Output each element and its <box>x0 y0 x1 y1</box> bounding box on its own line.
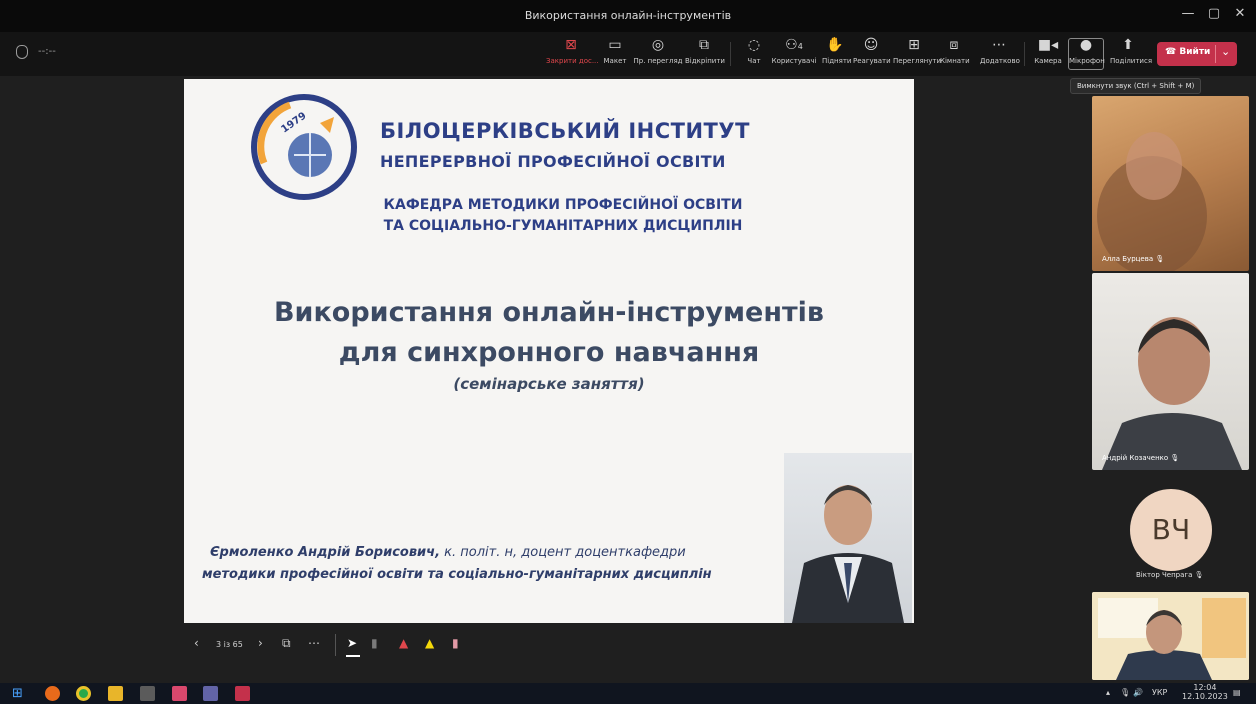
mic-icon: ● <box>1079 37 1093 53</box>
avatar[interactable]: ВЧ <box>1130 489 1212 571</box>
preview-icon: ◎ <box>651 37 665 53</box>
leave-label: Вийти <box>1179 47 1211 57</box>
participant-name: Алла Бурцева <box>1102 255 1154 263</box>
people-count: 4 <box>797 42 803 51</box>
pop-out-button[interactable]: ⧉ Відкріпити <box>685 37 725 71</box>
pop-out-icon: ⧉ <box>699 37 709 53</box>
chevron-down-icon[interactable]: ⌄ <box>1221 45 1230 58</box>
preview-button[interactable]: ◎ Пр. перегляд <box>633 37 683 71</box>
meeting-timer: --:-- <box>38 46 56 57</box>
chat-icon: ◌ <box>747 37 761 53</box>
leave-button[interactable]: ☎ Вийти ⌄ <box>1157 42 1237 66</box>
participant-name: Андрій Козаченко <box>1102 454 1169 462</box>
camera-button[interactable]: ■◂ Камера <box>1034 37 1062 71</box>
participant-tile[interactable]: Андрій Козаченко 🎙 <box>1092 273 1249 470</box>
firefox-icon[interactable] <box>45 686 60 701</box>
author-photo <box>784 453 912 623</box>
leave-divider <box>1215 45 1216 63</box>
layout-icon: ▭ <box>608 37 622 53</box>
author-name: Єрмоленко Андрій Борисович, <box>210 545 441 560</box>
clock-date: 12.10.2023 <box>1182 692 1228 701</box>
keyboard-language[interactable]: УКР <box>1152 688 1167 697</box>
muted-mic-icon: 🎙 <box>1194 571 1204 579</box>
minimize-icon[interactable]: — <box>1176 6 1200 21</box>
participant-name: Віктор Чепрага 🎙 <box>1136 571 1204 579</box>
active-tool-indicator <box>346 655 360 657</box>
app-icon[interactable] <box>172 686 187 701</box>
windows-taskbar: ⊞ ▴ 🎙 🔊 УКР 12:04 12.10.2023 ▤ <box>0 683 1256 704</box>
view-icon: ⊞ <box>908 37 920 53</box>
meeting-toolbar: --:-- ⊠ Закрити дос... ▭ Макет ◎ Пр. пер… <box>0 32 1256 76</box>
tray-chevron-icon[interactable]: ▴ <box>1106 688 1110 697</box>
more-button[interactable]: ⋯ Додатково <box>980 37 1020 71</box>
eraser-tool-icon[interactable]: ▮ <box>452 636 459 650</box>
slide-title-line1: Використання онлайн-інструментів <box>273 297 825 328</box>
self-video-tile[interactable] <box>1092 592 1249 680</box>
slide-more-icon[interactable]: ⋯ <box>308 636 320 650</box>
mic-tooltip: Вимкнути звук (Ctrl + Shift + M) <box>1070 78 1202 94</box>
chrome-icon[interactable] <box>76 686 91 701</box>
share-button[interactable]: ⬆ Поділитися <box>1110 37 1152 71</box>
department-line1: КАФЕДРА МЕТОДИКИ ПРОФЕСІЙНОЇ ОСВІТИ <box>383 197 743 213</box>
slide-grid-icon[interactable]: ⧉ <box>282 636 291 651</box>
tray-sound-icon[interactable]: 🔊 <box>1133 688 1143 697</box>
react-button[interactable]: ☺ Реагувати <box>853 37 891 71</box>
next-slide-button[interactable]: › <box>258 636 263 650</box>
title-bar: Використання онлайн-інструментів — ▢ ✕ <box>0 0 1256 32</box>
teams-icon[interactable] <box>203 686 218 701</box>
shield-icon <box>16 45 28 59</box>
institute-name-line1: БІЛОЦЕРКІВСЬКИЙ ІНСТИТУТ <box>380 119 750 143</box>
windows-start-icon[interactable]: ⊞ <box>12 686 27 701</box>
people-icon: ⚇4 <box>785 37 803 53</box>
author-line2: методики професійної освіти та соціально… <box>202 567 712 582</box>
close-share-icon: ⊠ <box>565 37 577 53</box>
raise-hand-icon: ✋ <box>826 37 844 53</box>
window-title: Використання онлайн-інструментів <box>524 9 732 22</box>
author-degree: к. політ. н, доцент доценткафедри <box>440 545 686 560</box>
calculator-icon[interactable] <box>140 686 155 701</box>
stop-sharing-button[interactable]: ⊠ Закрити дос... <box>546 37 599 71</box>
pointer-tool-icon[interactable]: ➤ <box>347 636 357 650</box>
slide-page-counter: 3 із 65 <box>216 640 243 649</box>
previous-slide-button[interactable]: ‹ <box>194 636 199 650</box>
presentation-app-icon[interactable] <box>235 686 250 701</box>
department-line2: ТА СОЦІАЛЬНО-ГУМАНІТАРНИХ ДИСЦИПЛІН <box>383 218 743 234</box>
institute-name-line2: НЕПЕРЕРВНОЇ ПРОФЕСІЙНОЇ ОСВІТИ <box>380 152 726 171</box>
shared-slide: 1979 БІЛОЦЕРКІВСЬКИЙ ІНСТИТУТ НЕПЕРЕРВНО… <box>184 79 914 623</box>
notifications-icon[interactable]: ▤ <box>1233 688 1241 697</box>
participant-tile[interactable]: Алла Бурцева 🎙 <box>1092 96 1249 271</box>
toolbar-divider <box>730 42 731 66</box>
controls-divider <box>335 634 336 656</box>
raise-hand-button[interactable]: ✋ Підняти <box>822 37 851 71</box>
react-icon: ☺ <box>863 37 879 53</box>
tray-mic-icon[interactable]: 🎙 <box>1120 688 1130 697</box>
people-button[interactable]: ⚇4 Користувачі <box>771 37 817 71</box>
pen-tool-icon[interactable]: ▮ <box>371 636 378 650</box>
microphone-button[interactable]: ● Мікрофон <box>1069 37 1105 71</box>
toolbar-divider <box>1024 42 1025 66</box>
share-icon: ⬆ <box>1122 37 1134 53</box>
camera-icon: ■◂ <box>1037 37 1059 53</box>
slide-subtitle: (семінарське заняття) <box>453 375 645 393</box>
author-line1: Єрмоленко Андрій Борисович, к. політ. н,… <box>210 545 686 560</box>
rooms-button[interactable]: ⧈ Кімнати <box>940 37 970 71</box>
slide-title-line2: для синхронного навчання <box>338 337 760 368</box>
taskbar-clock[interactable]: 12:04 12.10.2023 <box>1182 683 1228 701</box>
muted-mic-icon: 🎙 <box>1155 255 1165 263</box>
close-icon[interactable]: ✕ <box>1228 6 1252 21</box>
red-pen-tool-icon[interactable]: ▲ <box>399 636 408 650</box>
phone-hangup-icon: ☎ <box>1165 47 1177 57</box>
institute-logo: 1979 <box>251 94 357 200</box>
view-button[interactable]: ⊞ Переглянути <box>893 37 941 71</box>
highlighter-tool-icon[interactable]: ▲ <box>425 636 434 650</box>
file-explorer-icon[interactable] <box>108 686 123 701</box>
rooms-icon: ⧈ <box>949 37 959 53</box>
logo-year: 1979 <box>279 110 308 135</box>
clock-time: 12:04 <box>1193 683 1217 692</box>
restore-icon[interactable]: ▢ <box>1202 6 1226 21</box>
chat-button[interactable]: ◌ Чат <box>744 37 764 71</box>
more-icon: ⋯ <box>992 37 1006 53</box>
muted-mic-icon: 🎙 <box>1170 454 1180 462</box>
layout-button[interactable]: ▭ Макет <box>601 37 629 71</box>
